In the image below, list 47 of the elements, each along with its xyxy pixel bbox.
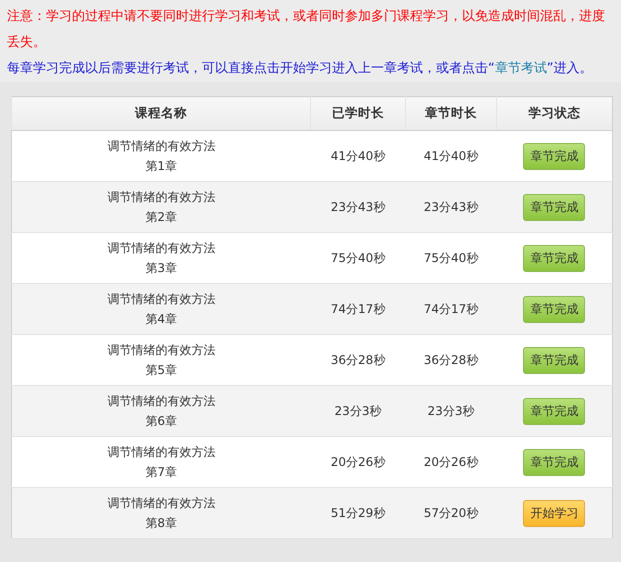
chapter-complete-button[interactable]: 章节完成 — [523, 194, 586, 220]
studied-time: 20分26秒 — [330, 454, 386, 468]
course-name: 调节情绪的有效方法 — [107, 190, 216, 204]
chapter-name: 第8章 — [145, 516, 178, 530]
chapter-name: 第1章 — [145, 159, 178, 173]
chapter-complete-button[interactable]: 章节完成 — [523, 296, 586, 322]
chapter-time: 23分43秒 — [424, 200, 478, 214]
column-header: 学习状态 — [528, 105, 580, 120]
course-name: 调节情绪的有效方法 — [107, 394, 216, 408]
chapter-name: 第5章 — [145, 363, 178, 377]
chapter-complete-button[interactable]: 章节完成 — [523, 346, 586, 374]
chapter-time: 57分20秒 — [424, 506, 478, 520]
chapter-time: 41分40秒 — [424, 148, 478, 162]
chapter-complete-button[interactable]: 章节完成 — [523, 398, 586, 424]
chapter-complete-button[interactable]: 章节完成 — [523, 142, 586, 170]
course-name: 调节情绪的有效方法 — [107, 241, 216, 255]
studied-time: 23分3秒 — [334, 404, 382, 418]
chapter-time: 74分17秒 — [424, 302, 478, 316]
chapter-name: 第6章 — [145, 414, 178, 428]
chapter-name: 第3章 — [145, 261, 178, 275]
chapter-time: 23分3秒 — [428, 404, 474, 418]
chapter-name: 第4章 — [145, 312, 178, 326]
start-study-button[interactable]: 开始学习 — [523, 500, 586, 526]
course-name: 调节情绪的有效方法 — [107, 445, 216, 459]
chapter-name: 第2章 — [145, 210, 178, 224]
chapter-time: 20分26秒 — [424, 454, 478, 468]
info-text: 每章学习完成以后需要进行考试，可以直接点击开始学习进入上一章考试，或者点击“章节考试”进入。 — [7, 60, 594, 78]
course-name: 调节情绪的有效方法 — [107, 496, 216, 510]
chapter-time: 36分28秒 — [424, 352, 478, 366]
column-header: 课程名称 — [135, 105, 187, 120]
studied-time: 36分28秒 — [330, 352, 386, 366]
course-name: 调节情绪的有效方法 — [107, 139, 216, 153]
course-name: 调节情绪的有效方法 — [107, 343, 216, 357]
chapter-complete-button[interactable]: 章节完成 — [523, 244, 586, 272]
studied-time: 75分40秒 — [330, 250, 386, 264]
studied-time: 41分40秒 — [330, 148, 386, 162]
column-header: 已学时长 — [332, 105, 384, 120]
chapter-complete-button[interactable]: 章节完成 — [523, 448, 586, 476]
chapter-time: 75分40秒 — [424, 250, 478, 264]
course-name: 调节情绪的有效方法 — [107, 292, 216, 306]
column-header: 章节时长 — [425, 105, 477, 120]
chapter-exam-link[interactable]: 章节考试 — [494, 61, 547, 76]
warning-text: 注意：学习的过程中请不要同时进行学习和考试，或者同时参加多门课程学习，以免造成时间混乱，进度丢失。 — [7, 8, 606, 52]
studied-time: 74分17秒 — [330, 302, 386, 316]
studied-time: 51分29秒 — [330, 506, 386, 520]
chapter-name: 第7章 — [145, 465, 178, 479]
studied-time: 23分43秒 — [330, 200, 386, 214]
